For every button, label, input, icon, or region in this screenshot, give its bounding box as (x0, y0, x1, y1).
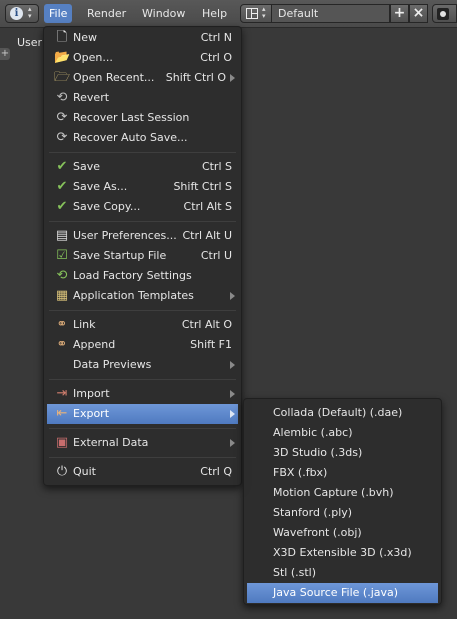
tool-shelf-tab[interactable]: + (0, 48, 10, 60)
append-icon: ⚭ (56, 337, 68, 352)
menu-item-new[interactable]: 🗋 New Ctrl N (47, 28, 238, 48)
menu-item-export[interactable]: ⇤ Export (47, 404, 238, 424)
menu-item-recover-last-session[interactable]: ⟳ Recover Last Session (47, 108, 238, 128)
updown-arrows-icon: ▴ ▾ (28, 5, 32, 20)
scene-selector-button[interactable] (432, 4, 457, 23)
file-menu: 🗋 New Ctrl N 📂 Open... Ctrl O 🗁 Open Rec… (43, 26, 242, 486)
export-item-alembic[interactable]: Alembic (.abc) (247, 423, 438, 443)
menu-separator (49, 152, 236, 153)
menu-item-load-factory-settings[interactable]: ⟲ Load Factory Settings (47, 266, 238, 286)
export-item-3ds[interactable]: 3D Studio (.3ds) (247, 443, 438, 463)
menu-render[interactable]: Render (82, 4, 131, 23)
menu-item-import[interactable]: ⇥ Import (47, 384, 238, 404)
screen-layout-selector[interactable]: ▴ ▾ (240, 4, 272, 23)
checkmark-icon: ✔ (56, 199, 68, 214)
menu-separator (49, 428, 236, 429)
recover-icon: ⟳ (56, 130, 68, 145)
menu-help[interactable]: Help (197, 4, 232, 23)
menu-item-application-templates[interactable]: ▦ Application Templates (47, 286, 238, 306)
new-file-icon: 🗋 (56, 30, 68, 45)
menu-item-external-data[interactable]: ▣ External Data (47, 433, 238, 453)
load-factory-icon: ⟲ (56, 268, 68, 283)
menu-item-save[interactable]: ✔ Save Ctrl S (47, 157, 238, 177)
info-icon: i (10, 7, 23, 20)
viewport-label: User (17, 36, 43, 49)
menu-item-save-copy[interactable]: ✔ Save Copy... Ctrl Alt S (47, 197, 238, 217)
templates-icon: ▦ (55, 288, 69, 303)
checkmark-icon: ✔ (56, 179, 68, 194)
menu-item-save-as[interactable]: ✔ Save As... Shift Ctrl S (47, 177, 238, 197)
submenu-arrow-icon (230, 361, 235, 369)
export-submenu: Collada (Default) (.dae) Alembic (.abc) … (243, 398, 442, 605)
menu-item-revert[interactable]: ⟲ Revert (47, 88, 238, 108)
menu-separator (49, 457, 236, 458)
add-screen-button[interactable]: + (390, 4, 409, 23)
menu-item-open[interactable]: 📂 Open... Ctrl O (47, 48, 238, 68)
export-icon: ⇤ (56, 406, 68, 421)
updown-arrows-icon: ▴ ▾ (262, 5, 266, 20)
checkmark-icon: ✔ (56, 159, 68, 174)
menu-item-data-previews[interactable]: Data Previews (47, 355, 238, 375)
menu-separator (49, 379, 236, 380)
open-recent-icon: 🗁 (54, 70, 71, 85)
menu-item-quit[interactable]: ⏻ Quit Ctrl Q (47, 462, 238, 482)
folder-open-icon: 📂 (54, 50, 71, 65)
export-item-stl[interactable]: Stl (.stl) (247, 563, 438, 583)
submenu-arrow-icon (230, 74, 235, 82)
link-icon: ⚭ (56, 317, 68, 332)
menu-separator (49, 310, 236, 311)
export-item-obj[interactable]: Wavefront (.obj) (247, 523, 438, 543)
menu-item-link[interactable]: ⚭ Link Ctrl Alt O (47, 315, 238, 335)
top-header: i ▴ ▾ File Render Window Help ▴ ▾ Default … (0, 0, 457, 28)
revert-icon: ⟲ (56, 90, 68, 105)
submenu-arrow-icon (230, 292, 235, 300)
export-item-fbx[interactable]: FBX (.fbx) (247, 463, 438, 483)
export-item-collada[interactable]: Collada (Default) (.dae) (247, 403, 438, 423)
menu-item-open-recent[interactable]: 🗁 Open Recent... Shift Ctrl O (47, 68, 238, 88)
submenu-arrow-icon (230, 439, 235, 447)
layout-grid-icon (246, 8, 258, 19)
screen-layout-name[interactable]: Default (272, 4, 390, 23)
export-item-java[interactable]: Java Source File (.java) (247, 583, 438, 603)
submenu-arrow-icon (230, 390, 235, 398)
menu-item-save-startup-file[interactable]: ☑ Save Startup File Ctrl U (47, 246, 238, 266)
export-item-x3d[interactable]: X3D Extensible 3D (.x3d) (247, 543, 438, 563)
menu-file[interactable]: File (44, 4, 73, 23)
import-icon: ⇥ (56, 386, 68, 401)
scene-icon (437, 8, 449, 20)
menu-item-recover-auto-save[interactable]: ⟳ Recover Auto Save... (47, 128, 238, 148)
recover-icon: ⟳ (56, 110, 68, 125)
menu-window[interactable]: Window (137, 4, 190, 23)
export-item-ply[interactable]: Stanford (.ply) (247, 503, 438, 523)
remove-screen-button[interactable]: × (409, 4, 428, 23)
menu-item-append[interactable]: ⚭ Append Shift F1 (47, 335, 238, 355)
external-data-icon: ▣ (55, 435, 69, 450)
submenu-arrow-icon (230, 410, 235, 418)
preferences-icon: ▤ (55, 228, 69, 243)
save-startup-icon: ☑ (56, 248, 68, 263)
export-item-bvh[interactable]: Motion Capture (.bvh) (247, 483, 438, 503)
menu-item-user-preferences[interactable]: ▤ User Preferences... Ctrl Alt U (47, 226, 238, 246)
menu-separator (49, 221, 236, 222)
editor-type-button[interactable]: i ▴ ▾ (5, 4, 39, 23)
power-icon: ⏻ (56, 464, 68, 479)
